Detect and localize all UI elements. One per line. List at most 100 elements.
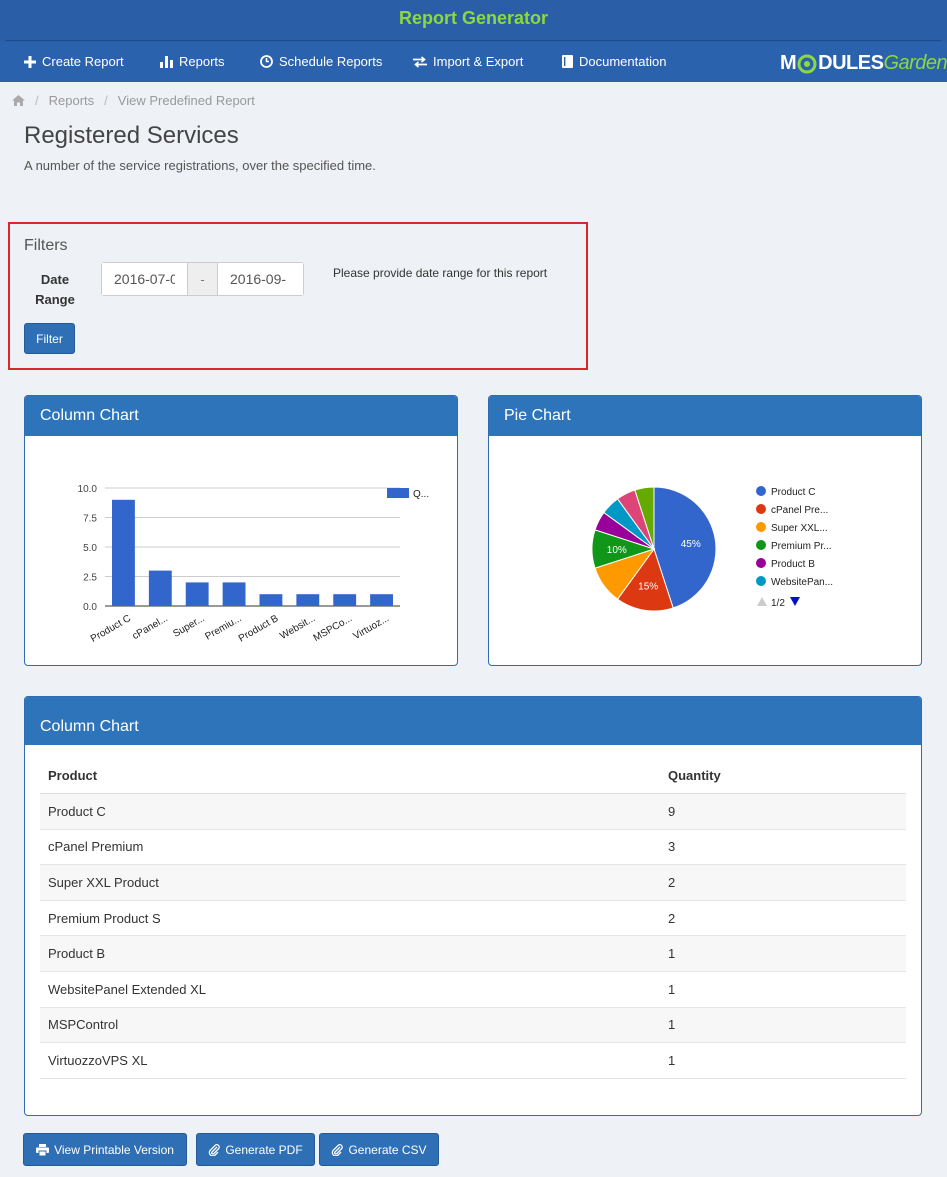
y-tick-label: 7.5 bbox=[83, 514, 97, 525]
logo-garden: Garden bbox=[883, 52, 947, 74]
legend-label: Product B bbox=[771, 559, 815, 570]
cell-product: Product B bbox=[40, 935, 660, 972]
paperclip-icon bbox=[209, 1143, 221, 1156]
cell-product: cPanel Premium bbox=[40, 829, 660, 866]
breadcrumb-current: View Predefined Report bbox=[117, 93, 255, 108]
date-range-label: Date Range bbox=[30, 270, 80, 310]
table-row: Product C9 bbox=[40, 793, 906, 830]
table-panel-title: Column Chart bbox=[25, 697, 921, 745]
date-to-input[interactable] bbox=[218, 263, 303, 295]
page-description: A number of the service registrations, o… bbox=[24, 158, 376, 173]
legend-dot bbox=[756, 486, 766, 496]
legend-dot bbox=[756, 504, 766, 514]
legend-label: WebsitePan... bbox=[771, 577, 833, 588]
header-quantity[interactable]: Quantity bbox=[660, 760, 906, 794]
home-icon[interactable] bbox=[12, 95, 25, 106]
header-product[interactable]: Product bbox=[40, 760, 660, 794]
legend-pager: 1/2 bbox=[771, 598, 785, 609]
modulesgarden-logo: M DULES Garden bbox=[780, 52, 947, 75]
filter-button[interactable]: Filter bbox=[24, 323, 75, 354]
legend-label: Q... bbox=[413, 489, 429, 500]
legend-dot bbox=[756, 522, 766, 532]
nav-reports-label: Reports bbox=[179, 54, 225, 69]
date-range-help: Please provide date range for this repor… bbox=[333, 266, 548, 280]
legend-dot bbox=[756, 576, 766, 586]
cell-product: VirtuozzoVPS XL bbox=[40, 1042, 660, 1079]
nav-schedule-reports-label: Schedule Reports bbox=[279, 54, 383, 69]
book-icon bbox=[562, 55, 573, 68]
main-nav: Create Report Reports Schedule Reports I… bbox=[0, 42, 947, 82]
print-icon bbox=[36, 1143, 50, 1156]
pie-chart: 45% 15% 10% Product C cPanel Pre... Super XXL… bbox=[591, 486, 833, 612]
pie-chart-panel: Pie Chart 45% 15% 10% Product C cPanel Pre..… bbox=[488, 395, 922, 666]
cell-quantity: 2 bbox=[660, 864, 906, 901]
y-tick-label: 5.0 bbox=[83, 543, 97, 554]
legend-dot bbox=[756, 540, 766, 550]
logo-dules: DULES bbox=[818, 52, 884, 74]
table-row: cPanel Premium 3 bbox=[40, 829, 906, 866]
view-printable-label: View Printable Version bbox=[54, 1142, 174, 1157]
nav-documentation[interactable]: Documentation bbox=[562, 54, 666, 69]
legend-label: Super XXL... bbox=[771, 523, 828, 534]
bar[interactable] bbox=[333, 594, 357, 606]
bar[interactable] bbox=[259, 594, 283, 606]
bar[interactable] bbox=[296, 594, 320, 606]
column-chart-panel: Column Chart 0.0 2.5 5.0 7.5 10.0 Product CcP… bbox=[24, 395, 458, 666]
legend-next-icon[interactable] bbox=[790, 597, 800, 606]
legend-label: cPanel Pre... bbox=[771, 505, 828, 516]
bar[interactable] bbox=[222, 582, 246, 606]
slice-label: 15% bbox=[638, 582, 658, 593]
legend-dot bbox=[756, 558, 766, 568]
nav-create-report[interactable]: Create Report bbox=[24, 54, 124, 69]
legend-swatch bbox=[387, 488, 409, 498]
generate-pdf-button[interactable]: Generate PDF bbox=[196, 1133, 315, 1166]
bar-chart-icon bbox=[160, 55, 173, 68]
legend-prev-icon[interactable] bbox=[757, 597, 767, 606]
y-tick-label: 10.0 bbox=[78, 484, 98, 495]
cell-product: WebsitePanel Extended XL bbox=[40, 971, 660, 1008]
table-row: Super XXL Product 2 bbox=[40, 864, 906, 901]
slice-label: 45% bbox=[681, 539, 701, 550]
bar[interactable] bbox=[185, 582, 209, 606]
column-chart-panel-title: Column Chart bbox=[25, 396, 457, 436]
x-tick-label: cPanel... bbox=[131, 613, 170, 642]
bar[interactable] bbox=[148, 570, 172, 606]
bar[interactable] bbox=[112, 499, 135, 606]
generate-csv-button[interactable]: Generate CSV bbox=[319, 1133, 439, 1166]
cell-product: Product C bbox=[40, 793, 660, 830]
filters-section: Filters Date Range - Please provide date… bbox=[8, 222, 588, 370]
exchange-icon bbox=[413, 55, 427, 68]
table-header-row: Product Quantity bbox=[40, 760, 906, 794]
nav-create-report-label: Create Report bbox=[42, 54, 124, 69]
date-range-separator: - bbox=[187, 263, 218, 295]
nav-reports[interactable]: Reports bbox=[160, 54, 225, 69]
cell-quantity: 1 bbox=[660, 1007, 906, 1044]
plus-icon bbox=[24, 55, 36, 68]
cell-quantity: 2 bbox=[660, 900, 906, 937]
cell-product: Premium Product S bbox=[40, 900, 660, 937]
breadcrumb-reports[interactable]: Reports bbox=[49, 93, 95, 108]
x-tick-label: Product B bbox=[237, 613, 281, 645]
cell-quantity: 3 bbox=[660, 829, 906, 866]
nav-schedule-reports[interactable]: Schedule Reports bbox=[260, 54, 382, 69]
column-chart: 0.0 2.5 5.0 7.5 10.0 Product CcPanel... Super.… bbox=[78, 484, 430, 645]
x-tick-label: Virtuoz... bbox=[352, 613, 392, 642]
legend-label: Product C bbox=[771, 487, 815, 498]
date-label-line2: Range bbox=[35, 292, 75, 307]
nav-import-export-label: Import & Export bbox=[433, 54, 524, 69]
legend-label: Premium Pr... bbox=[771, 541, 832, 552]
bar[interactable] bbox=[370, 594, 393, 606]
view-printable-button[interactable]: View Printable Version bbox=[23, 1133, 187, 1166]
x-tick-label: MSPCo... bbox=[312, 613, 355, 644]
nav-import-export[interactable]: Import & Export bbox=[413, 54, 523, 69]
date-from-input[interactable] bbox=[102, 263, 187, 295]
generate-pdf-label: Generate PDF bbox=[225, 1142, 303, 1157]
y-tick-label: 0.0 bbox=[83, 602, 97, 613]
nav-divider bbox=[6, 40, 941, 41]
cell-product: MSPControl bbox=[40, 1007, 660, 1044]
x-tick-label: Websit... bbox=[278, 613, 317, 642]
table-row: MSPControl 1 bbox=[40, 1007, 906, 1044]
nav-documentation-label: Documentation bbox=[579, 54, 667, 69]
cell-product: Super XXL Product bbox=[40, 864, 660, 901]
table-panel: Column Chart Product Quantity Product C9… bbox=[24, 696, 922, 1116]
